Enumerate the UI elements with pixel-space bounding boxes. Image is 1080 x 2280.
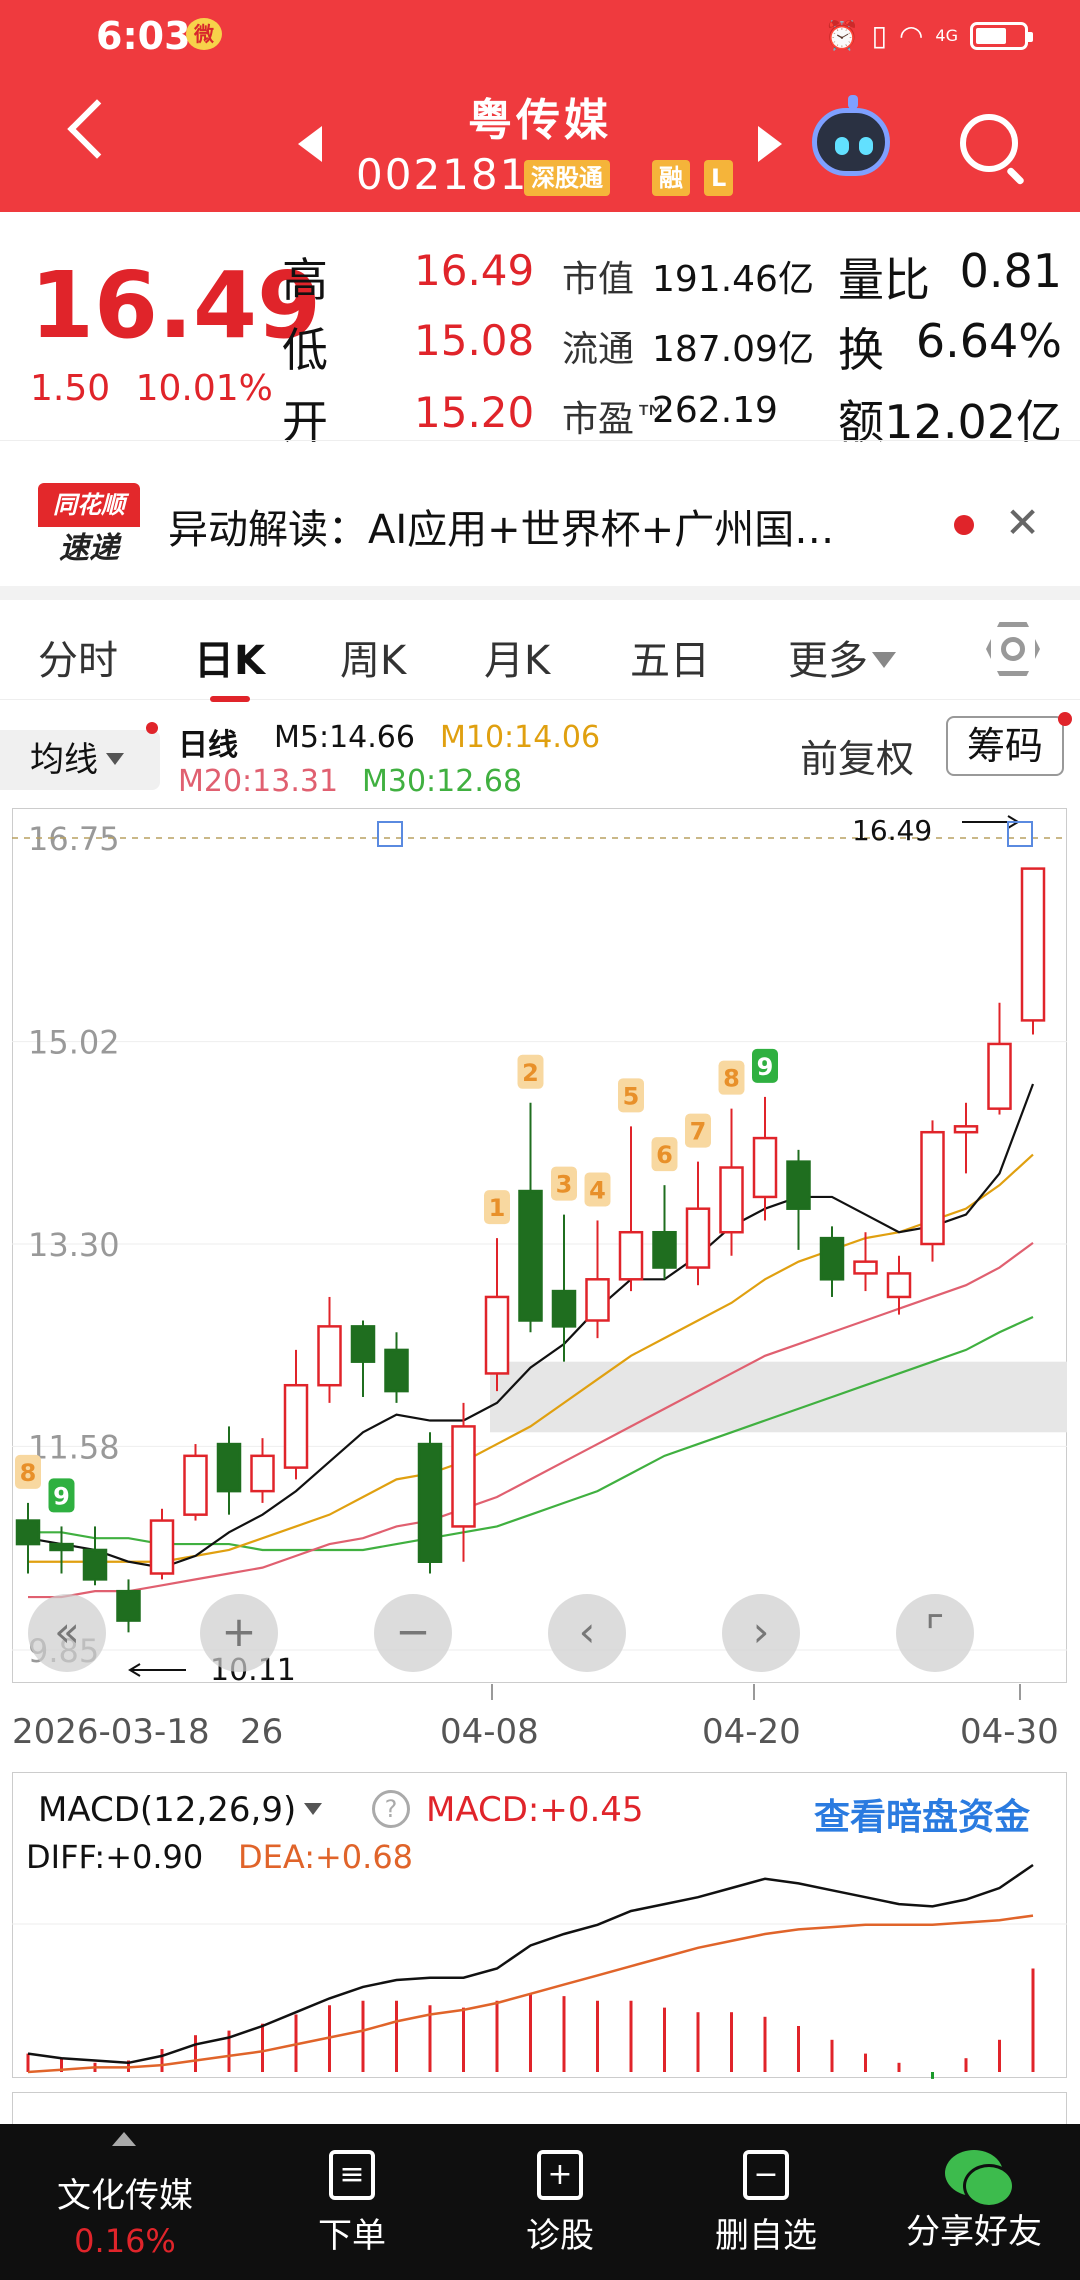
diagnose-button[interactable]: + 诊股 [490, 2150, 630, 2257]
share-button[interactable]: 分享好友 [904, 2150, 1044, 2253]
order-icon: ≡ [329, 2150, 375, 2200]
sector-change: 0.16% [74, 2222, 176, 2260]
remove-watchlist-button[interactable]: − 删自选 [696, 2150, 836, 2257]
order-button[interactable]: ≡ 下单 [282, 2150, 422, 2257]
remove-icon: − [743, 2150, 789, 2200]
macd-chart [12, 1863, 1067, 2079]
sector-name[interactable]: 文化传媒 [20, 2168, 230, 2217]
wechat-icon [945, 2150, 1015, 2208]
expand-arrow-icon[interactable] [112, 2132, 136, 2146]
diagnose-icon: + [537, 2150, 583, 2200]
